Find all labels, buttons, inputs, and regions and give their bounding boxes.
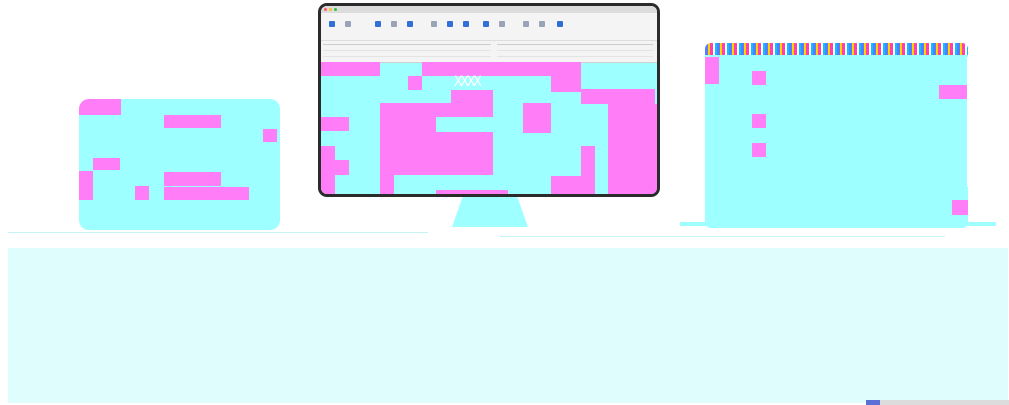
screen-block [408, 76, 422, 90]
window-title [431, 6, 551, 13]
chart-icon [463, 21, 469, 27]
ribbon-button[interactable] [495, 20, 509, 38]
screen-block [321, 160, 349, 175]
filter-icon [345, 21, 351, 27]
minimize-icon[interactable] [329, 8, 332, 11]
screen-block [321, 62, 380, 76]
ribbon-button[interactable] [459, 20, 473, 38]
title-bar [321, 6, 657, 13]
monitor-stand [452, 197, 528, 227]
pane-divider [497, 56, 653, 57]
shelf-shadow-line [500, 236, 945, 237]
copy-icon [431, 21, 437, 27]
side-block[interactable] [752, 114, 766, 128]
screen-block [380, 103, 493, 117]
tablet-tab-block[interactable] [164, 115, 221, 128]
monitor-screen: XXXX [321, 6, 657, 194]
table-icon [391, 21, 397, 27]
ribbon-button[interactable] [479, 20, 493, 38]
side-block[interactable] [752, 71, 766, 85]
monitor-device: XXXX [318, 3, 660, 227]
left-pane [323, 41, 493, 61]
tablet-icon-block[interactable] [263, 129, 277, 142]
app-window [321, 6, 657, 63]
pane-divider [323, 44, 491, 45]
side-divider [967, 57, 968, 187]
screen-block [551, 62, 581, 76]
ribbon-toolbar [321, 18, 657, 41]
screen-block [551, 76, 581, 92]
ribbon-button[interactable] [325, 20, 339, 38]
export-icon [483, 21, 489, 27]
cube-icon [329, 21, 335, 27]
side-block[interactable] [939, 85, 968, 99]
pane-divider [323, 50, 491, 51]
screen-block [422, 62, 551, 76]
tablet-small-block[interactable] [135, 186, 149, 200]
wrench-icon [557, 21, 563, 27]
pane-divider [323, 56, 491, 57]
horizontal-scrollbar[interactable] [866, 400, 1009, 405]
ribbon-button[interactable] [535, 20, 549, 38]
right-pane [497, 41, 655, 61]
side-block[interactable] [752, 143, 766, 157]
scrollbar-thumb[interactable] [866, 400, 880, 405]
screen-block [608, 104, 657, 194]
grid-icon [407, 21, 413, 27]
ribbon-button[interactable] [403, 20, 417, 38]
export-icon [499, 21, 505, 27]
tablet-label-block [93, 158, 120, 170]
screen-block [321, 175, 335, 194]
ribbon-button[interactable] [341, 20, 355, 38]
ribbon-button[interactable] [443, 20, 457, 38]
tablet-row-block[interactable] [164, 172, 221, 186]
side-block [705, 57, 719, 84]
tablet-header-block [79, 99, 121, 115]
screen-block [436, 132, 493, 146]
glyph-strip: XXXX [454, 74, 482, 90]
tablet-row-block-wide[interactable] [164, 187, 249, 200]
screen-block [436, 190, 508, 194]
screen-block [581, 146, 595, 194]
ribbon-button[interactable] [371, 20, 385, 38]
screen-block [380, 117, 436, 146]
bottom-shelf [8, 248, 1008, 403]
shelf-edge [680, 222, 996, 226]
screen-block [581, 89, 655, 104]
status-bar [705, 43, 968, 55]
shelf-shadow-line [8, 232, 428, 233]
pane-divider [497, 44, 653, 45]
settings-icon [523, 21, 529, 27]
tablet-device [79, 99, 280, 230]
close-icon[interactable] [324, 8, 327, 11]
side-tablet-device [705, 43, 968, 228]
screen-block [523, 103, 551, 133]
ribbon-button[interactable] [519, 20, 533, 38]
maximize-icon[interactable] [334, 8, 337, 11]
ribbon-button[interactable] [427, 20, 441, 38]
chart-icon [447, 21, 453, 27]
grid-icon [375, 21, 381, 27]
settings-icon [539, 21, 545, 27]
screen-block [551, 176, 581, 194]
ribbon-button[interactable] [387, 20, 401, 38]
screen-block [380, 146, 493, 175]
tablet-side-block [79, 171, 93, 200]
ribbon-button[interactable] [553, 20, 567, 38]
screen-block [380, 175, 394, 194]
screen-block [321, 146, 335, 160]
pane-divider [497, 50, 653, 51]
side-block[interactable] [952, 200, 968, 215]
screen-block [321, 117, 349, 131]
